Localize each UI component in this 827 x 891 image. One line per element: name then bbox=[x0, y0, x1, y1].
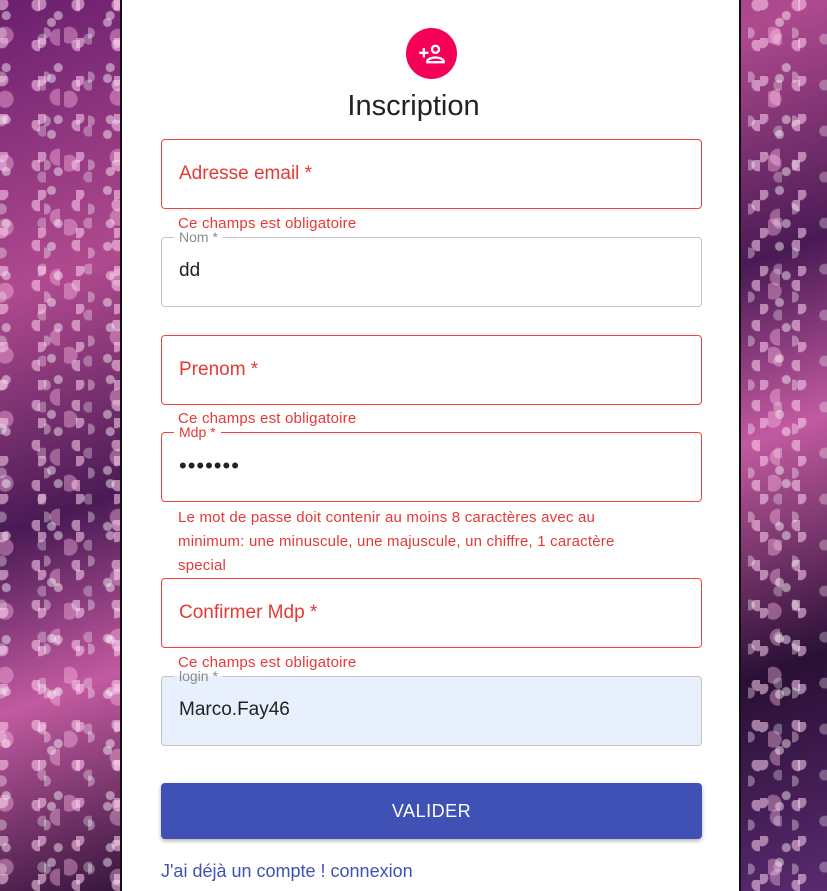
prenom-error-text: Ce champs est obligatoire bbox=[178, 410, 357, 427]
password-error-text: Le mot de passe doit contenir au moins 8… bbox=[178, 509, 615, 574]
password-field[interactable]: Mdp * ••••••• bbox=[161, 424, 702, 502]
prenom-field[interactable]: Prenom * bbox=[161, 335, 702, 405]
login-link[interactable]: J'ai déjà un compte ! connexion bbox=[161, 861, 413, 882]
avatar bbox=[406, 28, 457, 79]
nom-label: Nom * bbox=[174, 229, 223, 245]
login-label: login * bbox=[174, 668, 223, 684]
email-error-text: Ce champs est obligatoire bbox=[178, 215, 357, 232]
login-value: Marco.Fay46 bbox=[179, 699, 290, 720]
submit-button[interactable]: VALIDER bbox=[161, 783, 702, 839]
password-label: Mdp * bbox=[174, 424, 221, 440]
prenom-placeholder: Prenom * bbox=[179, 359, 259, 380]
nom-field[interactable]: Nom * dd bbox=[161, 229, 702, 307]
email-placeholder: Adresse email * bbox=[179, 163, 313, 184]
page-title: Inscription bbox=[347, 90, 480, 122]
confirm-password-field[interactable]: Confirmer Mdp * bbox=[161, 578, 702, 648]
person-add-icon bbox=[418, 44, 445, 63]
confirm-password-error-text: Ce champs est obligatoire bbox=[178, 654, 357, 671]
password-value: ••••••• bbox=[179, 453, 240, 478]
nom-value: dd bbox=[179, 260, 201, 281]
confirm-password-placeholder: Confirmer Mdp * bbox=[179, 602, 318, 623]
email-field[interactable]: Adresse email * bbox=[161, 139, 702, 209]
login-field[interactable]: login * Marco.Fay46 bbox=[161, 668, 702, 746]
